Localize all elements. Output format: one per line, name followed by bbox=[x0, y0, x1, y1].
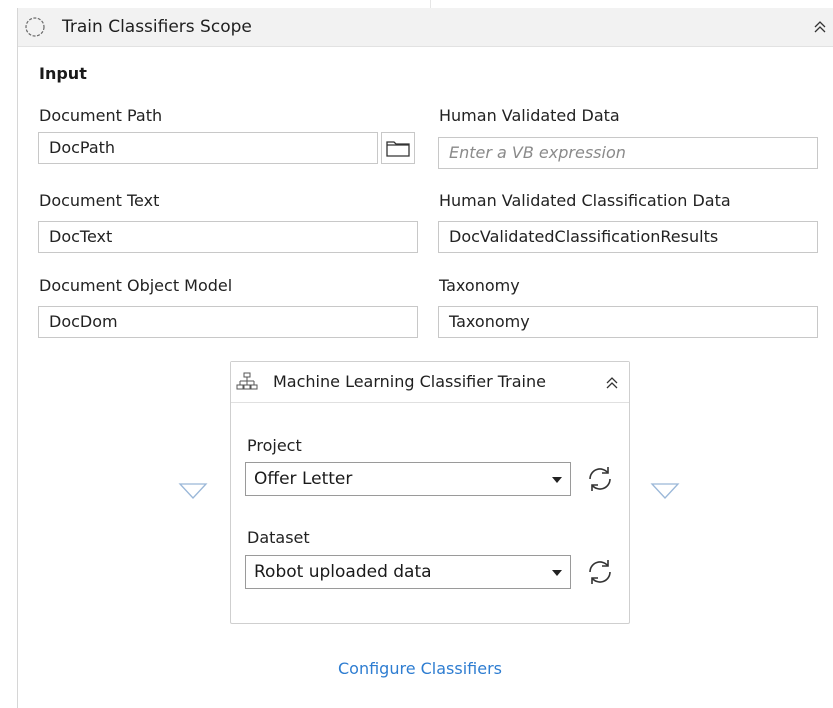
dataset-selected-value: Robot uploaded data bbox=[254, 562, 432, 582]
refresh-icon[interactable] bbox=[583, 462, 617, 496]
browse-folder-button[interactable] bbox=[381, 132, 415, 164]
input-section-title: Input bbox=[39, 64, 87, 83]
ml-trainer-title: Machine Learning Classifier Traine bbox=[273, 372, 546, 391]
drop-triangle-icon[interactable] bbox=[178, 482, 208, 500]
human-validated-classification-input[interactable]: DocValidatedClassificationResults bbox=[438, 221, 818, 253]
left-border bbox=[17, 8, 18, 708]
configure-classifiers-link[interactable]: Configure Classifiers bbox=[338, 659, 502, 678]
document-path-input[interactable]: DocPath bbox=[38, 132, 378, 164]
collapse-icon[interactable] bbox=[811, 18, 829, 36]
scope-header: Train Classifiers Scope bbox=[18, 8, 833, 47]
ml-classifier-trainer-activity[interactable]: Machine Learning Classifier Traine Proje… bbox=[230, 361, 630, 624]
hierarchy-icon bbox=[236, 372, 258, 390]
chevron-down-icon bbox=[552, 477, 562, 483]
top-divider bbox=[430, 0, 431, 8]
taxonomy-label: Taxonomy bbox=[439, 276, 520, 295]
project-label: Project bbox=[247, 436, 302, 455]
document-path-label: Document Path bbox=[39, 106, 163, 125]
human-validated-data-input[interactable]: Enter a VB expression bbox=[438, 137, 818, 169]
folder-icon bbox=[386, 141, 410, 157]
project-selected-value: Offer Letter bbox=[254, 469, 353, 489]
dataset-select[interactable]: Robot uploaded data bbox=[245, 555, 571, 589]
document-object-model-input[interactable]: DocDom bbox=[38, 306, 418, 338]
scope-icon bbox=[25, 17, 45, 37]
human-validated-data-label: Human Validated Data bbox=[439, 106, 620, 125]
collapse-icon[interactable] bbox=[603, 374, 621, 392]
project-select[interactable]: Offer Letter bbox=[245, 462, 571, 496]
document-text-input[interactable]: DocText bbox=[38, 221, 418, 253]
document-object-model-label: Document Object Model bbox=[39, 276, 233, 295]
ml-trainer-header: Machine Learning Classifier Traine bbox=[231, 362, 629, 403]
dataset-label: Dataset bbox=[247, 528, 310, 547]
drop-triangle-icon[interactable] bbox=[650, 482, 680, 500]
refresh-icon[interactable] bbox=[583, 555, 617, 589]
left-gutter bbox=[0, 0, 18, 708]
taxonomy-input[interactable]: Taxonomy bbox=[438, 306, 818, 338]
document-text-label: Document Text bbox=[39, 191, 160, 210]
human-validated-classification-label: Human Validated Classification Data bbox=[439, 191, 731, 210]
scope-title: Train Classifiers Scope bbox=[62, 17, 252, 37]
chevron-down-icon bbox=[552, 570, 562, 576]
